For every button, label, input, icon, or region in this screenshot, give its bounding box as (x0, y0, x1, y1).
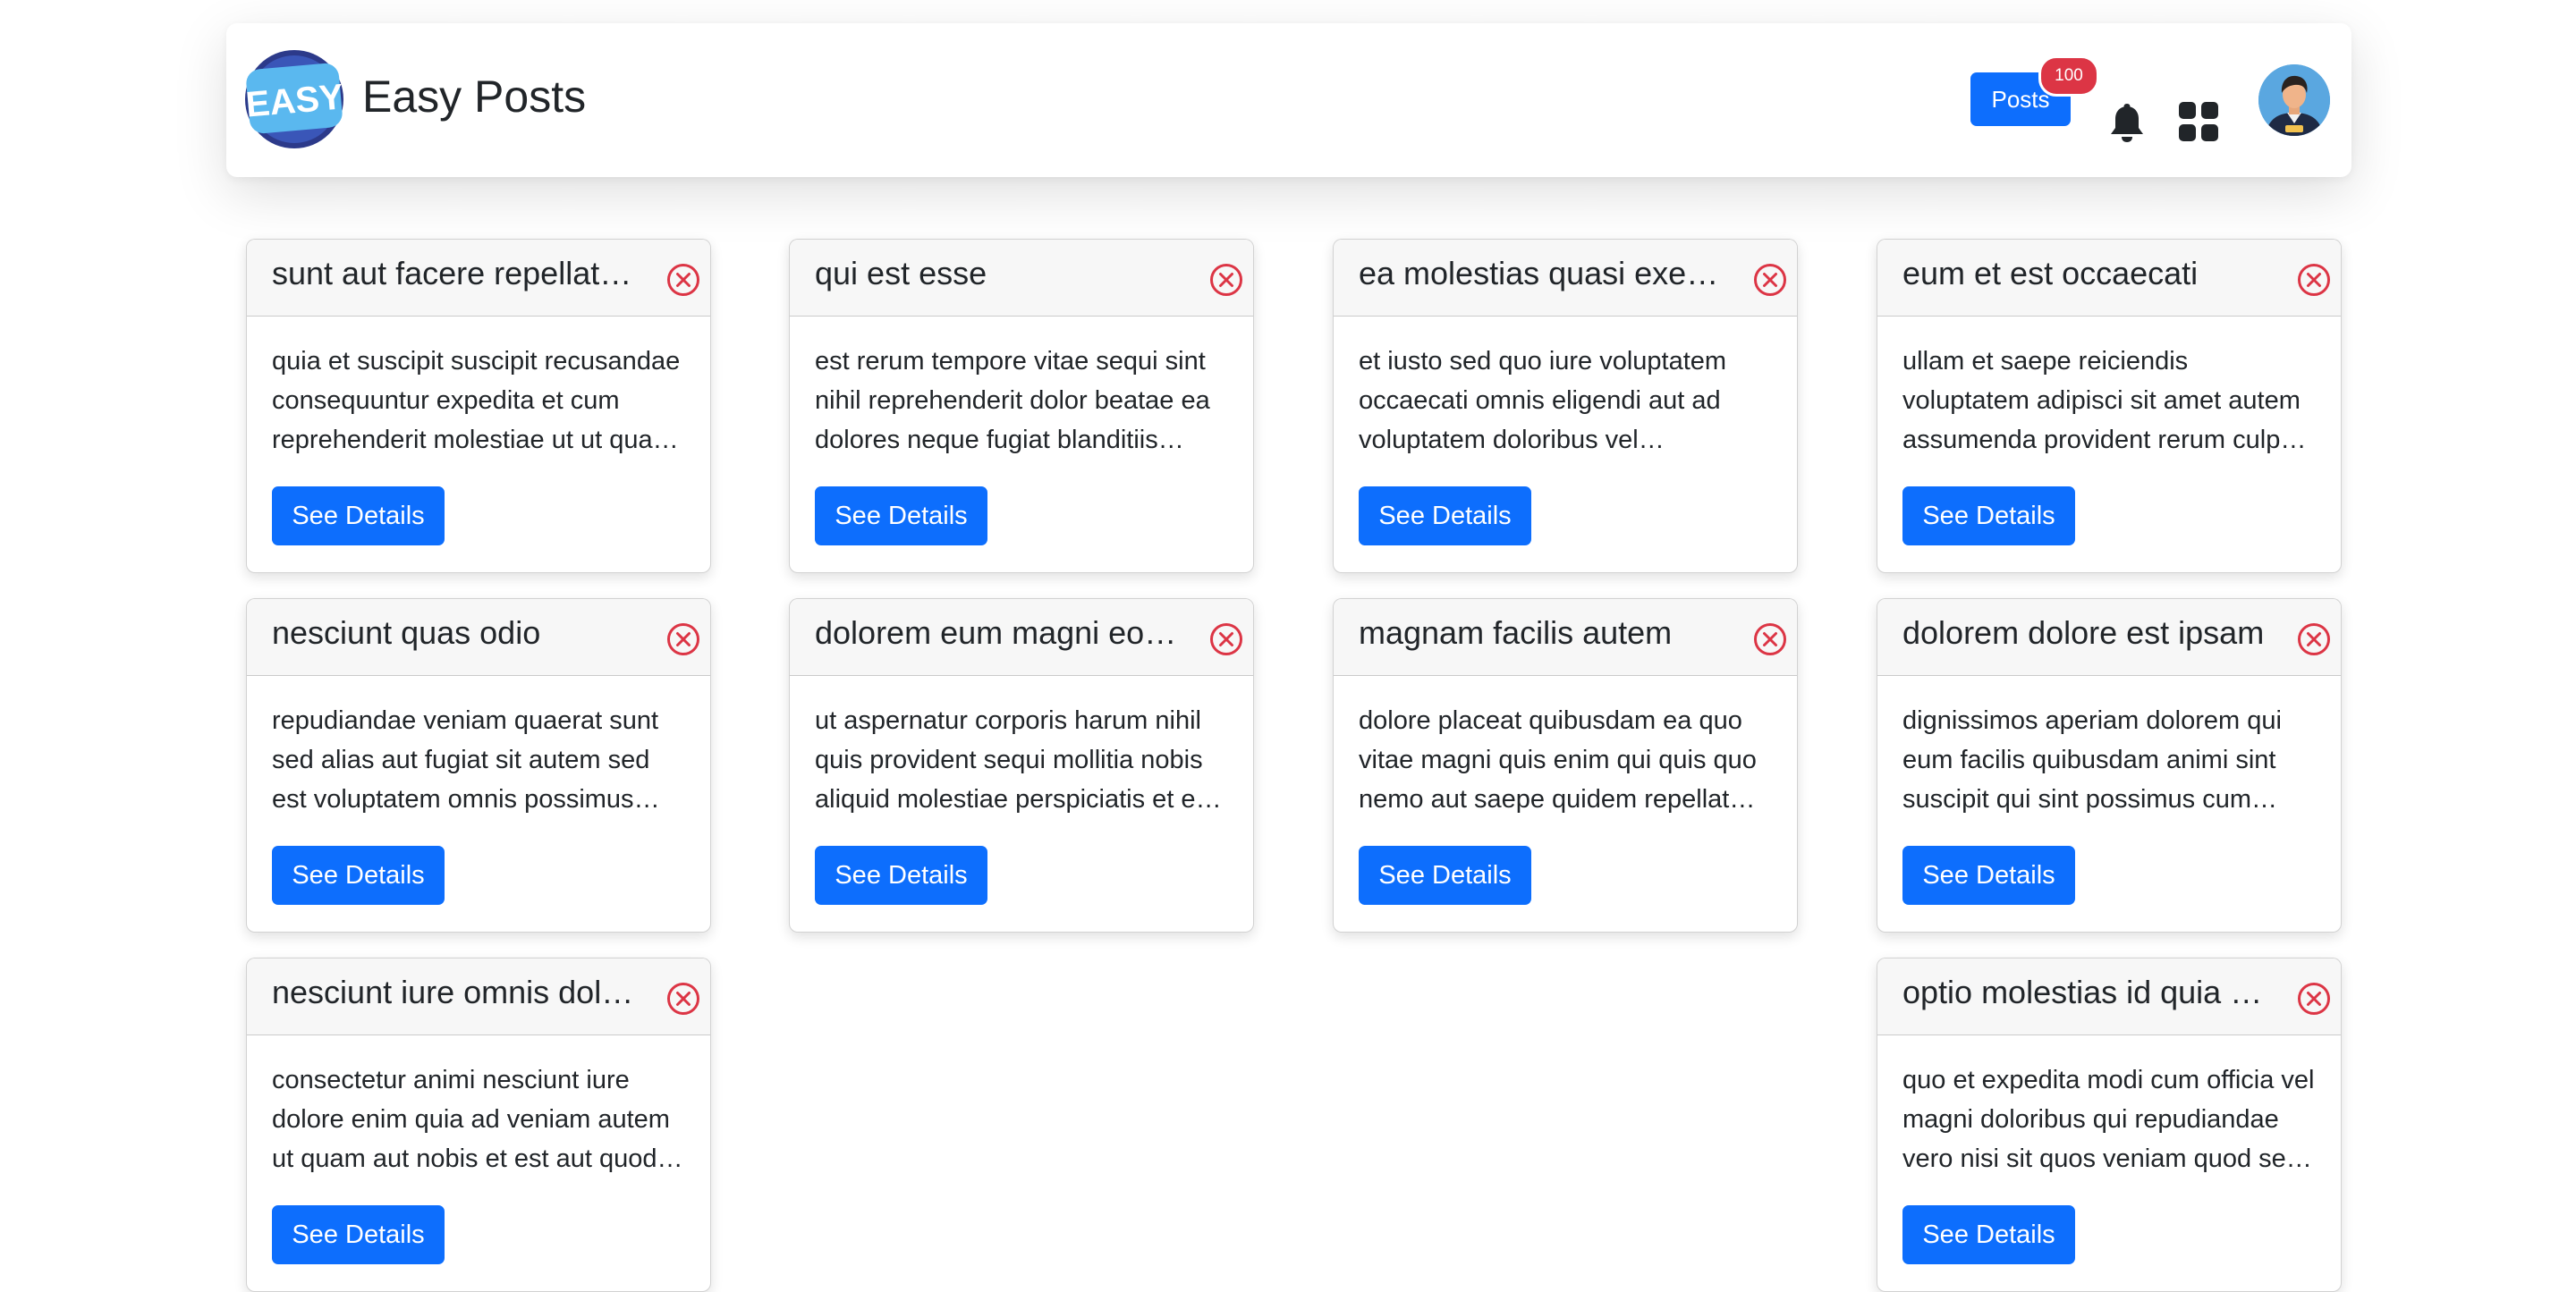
close-circle-icon[interactable] (2296, 621, 2332, 657)
post-card-header: nesciunt iure omnis dolorem tempora et a… (247, 958, 710, 1035)
see-details-button[interactable]: See Details (1902, 1205, 2075, 1264)
post-body: est rerum tempore vitae sequi sint nihil… (815, 347, 1210, 454)
brand-title[interactable]: Easy Posts (362, 68, 586, 125)
post-title: nesciunt iure omnis dolorem tempora et a… (272, 974, 639, 1010)
see-details-button[interactable]: See Details (1359, 846, 1531, 905)
close-circle-icon[interactable] (1208, 262, 1244, 298)
post-card-body: et iusto sed quo iure voluptatem occaeca… (1334, 317, 1797, 545)
post-card-header: magnam facilis autem (1334, 599, 1797, 676)
easy-posts-logo[interactable]: EASY (244, 48, 348, 150)
see-details-button[interactable]: See Details (1902, 846, 2075, 905)
close-circle-icon[interactable] (2296, 262, 2332, 298)
close-circle-icon[interactable] (1208, 621, 1244, 657)
see-details-button[interactable]: See Details (1359, 486, 1531, 545)
see-details-button[interactable]: See Details (272, 1205, 445, 1264)
bell-icon[interactable] (2109, 102, 2145, 143)
post-body: ullam et saepe reiciendis voluptatem adi… (1902, 347, 2301, 454)
post-title: dolorem dolore est ipsam (1902, 614, 2265, 651)
see-details-button[interactable]: See Details (272, 846, 445, 905)
apps-grid-icon[interactable] (2179, 102, 2218, 141)
posts-count-badge: 100 (2038, 55, 2099, 97)
post-card-body: consectetur animi nesciunt iure dolore e… (247, 1035, 710, 1264)
post-card: ea molestias quasi exercitationem repell… (1333, 239, 1798, 573)
post-card: qui est esse est rerum tempore vitae sequ… (789, 239, 1254, 573)
post-card: nesciunt quas odio repudiandae veniam qua… (246, 598, 711, 933)
see-details-button[interactable]: See Details (815, 486, 987, 545)
post-body: et iusto sed quo iure voluptatem occaeca… (1359, 347, 1727, 454)
post-body: ut aspernatur corporis harum nihil quis … (815, 706, 1210, 814)
post-card: eum et est occaecati ullam et saepe reici… (1877, 239, 2342, 573)
post-body: dignissimos aperiam dolorem qui eum faci… (1902, 706, 2282, 814)
post-card: optio molestias id quia eum quo et expedi… (1877, 958, 2342, 1292)
post-card-header: qui est esse (790, 240, 1253, 317)
user-avatar[interactable] (2258, 64, 2330, 136)
close-circle-icon[interactable] (2296, 981, 2332, 1017)
post-card-body: quo et expedita modi cum officia vel mag… (1877, 1035, 2341, 1264)
close-circle-icon[interactable] (665, 262, 701, 298)
close-circle-icon[interactable] (1752, 262, 1788, 298)
avatar-image (2258, 64, 2330, 136)
see-details-button[interactable]: See Details (815, 846, 987, 905)
post-card-header: dolorem eum magni eos aperiam quia (790, 599, 1253, 676)
post-body: repudiandae veniam quaerat sunt sed alia… (272, 706, 659, 814)
post-card: dolorem dolore est ipsam dignissimos aper… (1877, 598, 2342, 933)
post-card-header: eum et est occaecati (1877, 240, 2341, 317)
post-card-header: ea molestias quasi exercitationem repell… (1334, 240, 1797, 317)
post-title: ea molestias quasi exercitationem repell… (1359, 255, 1725, 291)
post-card-header: dolorem dolore est ipsam (1877, 599, 2341, 676)
post-body: consectetur animi nesciunt iure dolore e… (272, 1066, 670, 1173)
see-details-button[interactable]: See Details (272, 486, 445, 545)
post-card-body: dolore placeat quibusdam ea quo vitae ma… (1334, 676, 1797, 905)
post-card-body: repudiandae veniam quaerat sunt sed alia… (247, 676, 710, 905)
post-title: sunt aut facere repellat provident occae… (272, 255, 639, 291)
post-title: eum et est occaecati (1902, 255, 2199, 291)
post-title: nesciunt quas odio (272, 614, 541, 651)
post-card-header: nesciunt quas odio (247, 599, 710, 676)
post-card-body: dignissimos aperiam dolorem qui eum faci… (1877, 676, 2341, 905)
post-body: quia et suscipit suscipit recusandae con… (272, 347, 681, 454)
post-card: magnam facilis autem dolore placeat quibu… (1333, 598, 1798, 933)
close-circle-icon[interactable] (665, 621, 701, 657)
close-circle-icon[interactable] (1752, 621, 1788, 657)
post-card: dolorem eum magni eos aperiam quia ut asp… (789, 598, 1254, 933)
post-title: qui est esse (815, 255, 987, 291)
post-title: optio molestias id quia eum (1902, 974, 2269, 1010)
post-card-body: ullam et saepe reiciendis voluptatem adi… (1877, 317, 2341, 545)
post-card-body: ut aspernatur corporis harum nihil quis … (790, 676, 1253, 905)
post-card-body: quia et suscipit suscipit recusandae con… (247, 317, 710, 545)
post-card-header: optio molestias id quia eum (1877, 958, 2341, 1035)
post-card: sunt aut facere repellat provident occae… (246, 239, 711, 573)
navbar: EASY Easy Posts Posts 100 (226, 23, 2351, 177)
post-body: quo et expedita modi cum officia vel mag… (1902, 1066, 2315, 1173)
post-card-body: est rerum tempore vitae sequi sint nihil… (790, 317, 1253, 545)
post-title: dolorem eum magni eos aperiam quia (815, 614, 1182, 651)
nav-actions: Posts 100 (1954, 23, 2330, 177)
post-body: dolore placeat quibusdam ea quo vitae ma… (1359, 706, 1757, 814)
post-title: magnam facilis autem (1359, 614, 1673, 651)
close-circle-icon[interactable] (665, 981, 701, 1017)
post-card: nesciunt iure omnis dolorem tempora et a… (246, 958, 711, 1292)
see-details-button[interactable]: See Details (1902, 486, 2075, 545)
post-card-header: sunt aut facere repellat provident occae… (247, 240, 710, 317)
